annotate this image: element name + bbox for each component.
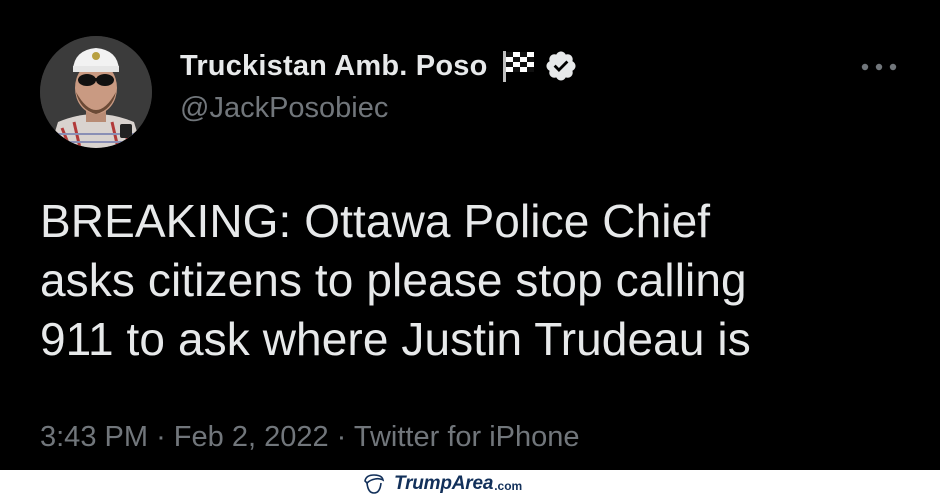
avatar-image bbox=[40, 36, 152, 148]
tweet-line: BREAKING: Ottawa Police Chief bbox=[40, 195, 711, 247]
meta-separator: · bbox=[336, 421, 347, 453]
watermark-tld: .com bbox=[494, 479, 523, 493]
meta-separator: · bbox=[156, 421, 166, 453]
tweet-source[interactable]: Twitter for iPhone bbox=[354, 421, 580, 453]
hair-logo-icon bbox=[364, 473, 385, 494]
tweet-meta: 3:43 PM · Feb 2, 2022 · Twitter for iPho… bbox=[40, 421, 580, 454]
tweet-body: BREAKING: Ottawa Police Chief asks citiz… bbox=[40, 192, 910, 369]
checkered-flag-icon bbox=[500, 49, 536, 83]
more-options-icon[interactable] bbox=[858, 58, 900, 76]
author-display-name[interactable]: Truckistan Amb. Poso bbox=[180, 50, 488, 83]
tweet-line: 911 to ask where Justin Trudeau is bbox=[40, 313, 751, 365]
tweet-line: asks citizens to please stop calling bbox=[40, 254, 747, 306]
tweet-time[interactable]: 3:43 PM bbox=[40, 421, 148, 453]
tweet-card: Truckistan Amb. Poso @JackPosobiec BREAK… bbox=[0, 0, 940, 470]
author-handle[interactable]: @JackPosobiec bbox=[180, 92, 388, 125]
watermark-brand: TrumpArea bbox=[394, 472, 494, 494]
user-avatar[interactable] bbox=[40, 36, 152, 148]
author-name-row: Truckistan Amb. Poso bbox=[180, 46, 578, 86]
watermark-logo[interactable]: TrumpArea .com bbox=[362, 472, 522, 495]
tweet-date[interactable]: Feb 2, 2022 bbox=[174, 421, 329, 453]
watermark-bar: TrumpArea .com bbox=[0, 470, 940, 497]
verified-badge-icon bbox=[544, 49, 578, 83]
